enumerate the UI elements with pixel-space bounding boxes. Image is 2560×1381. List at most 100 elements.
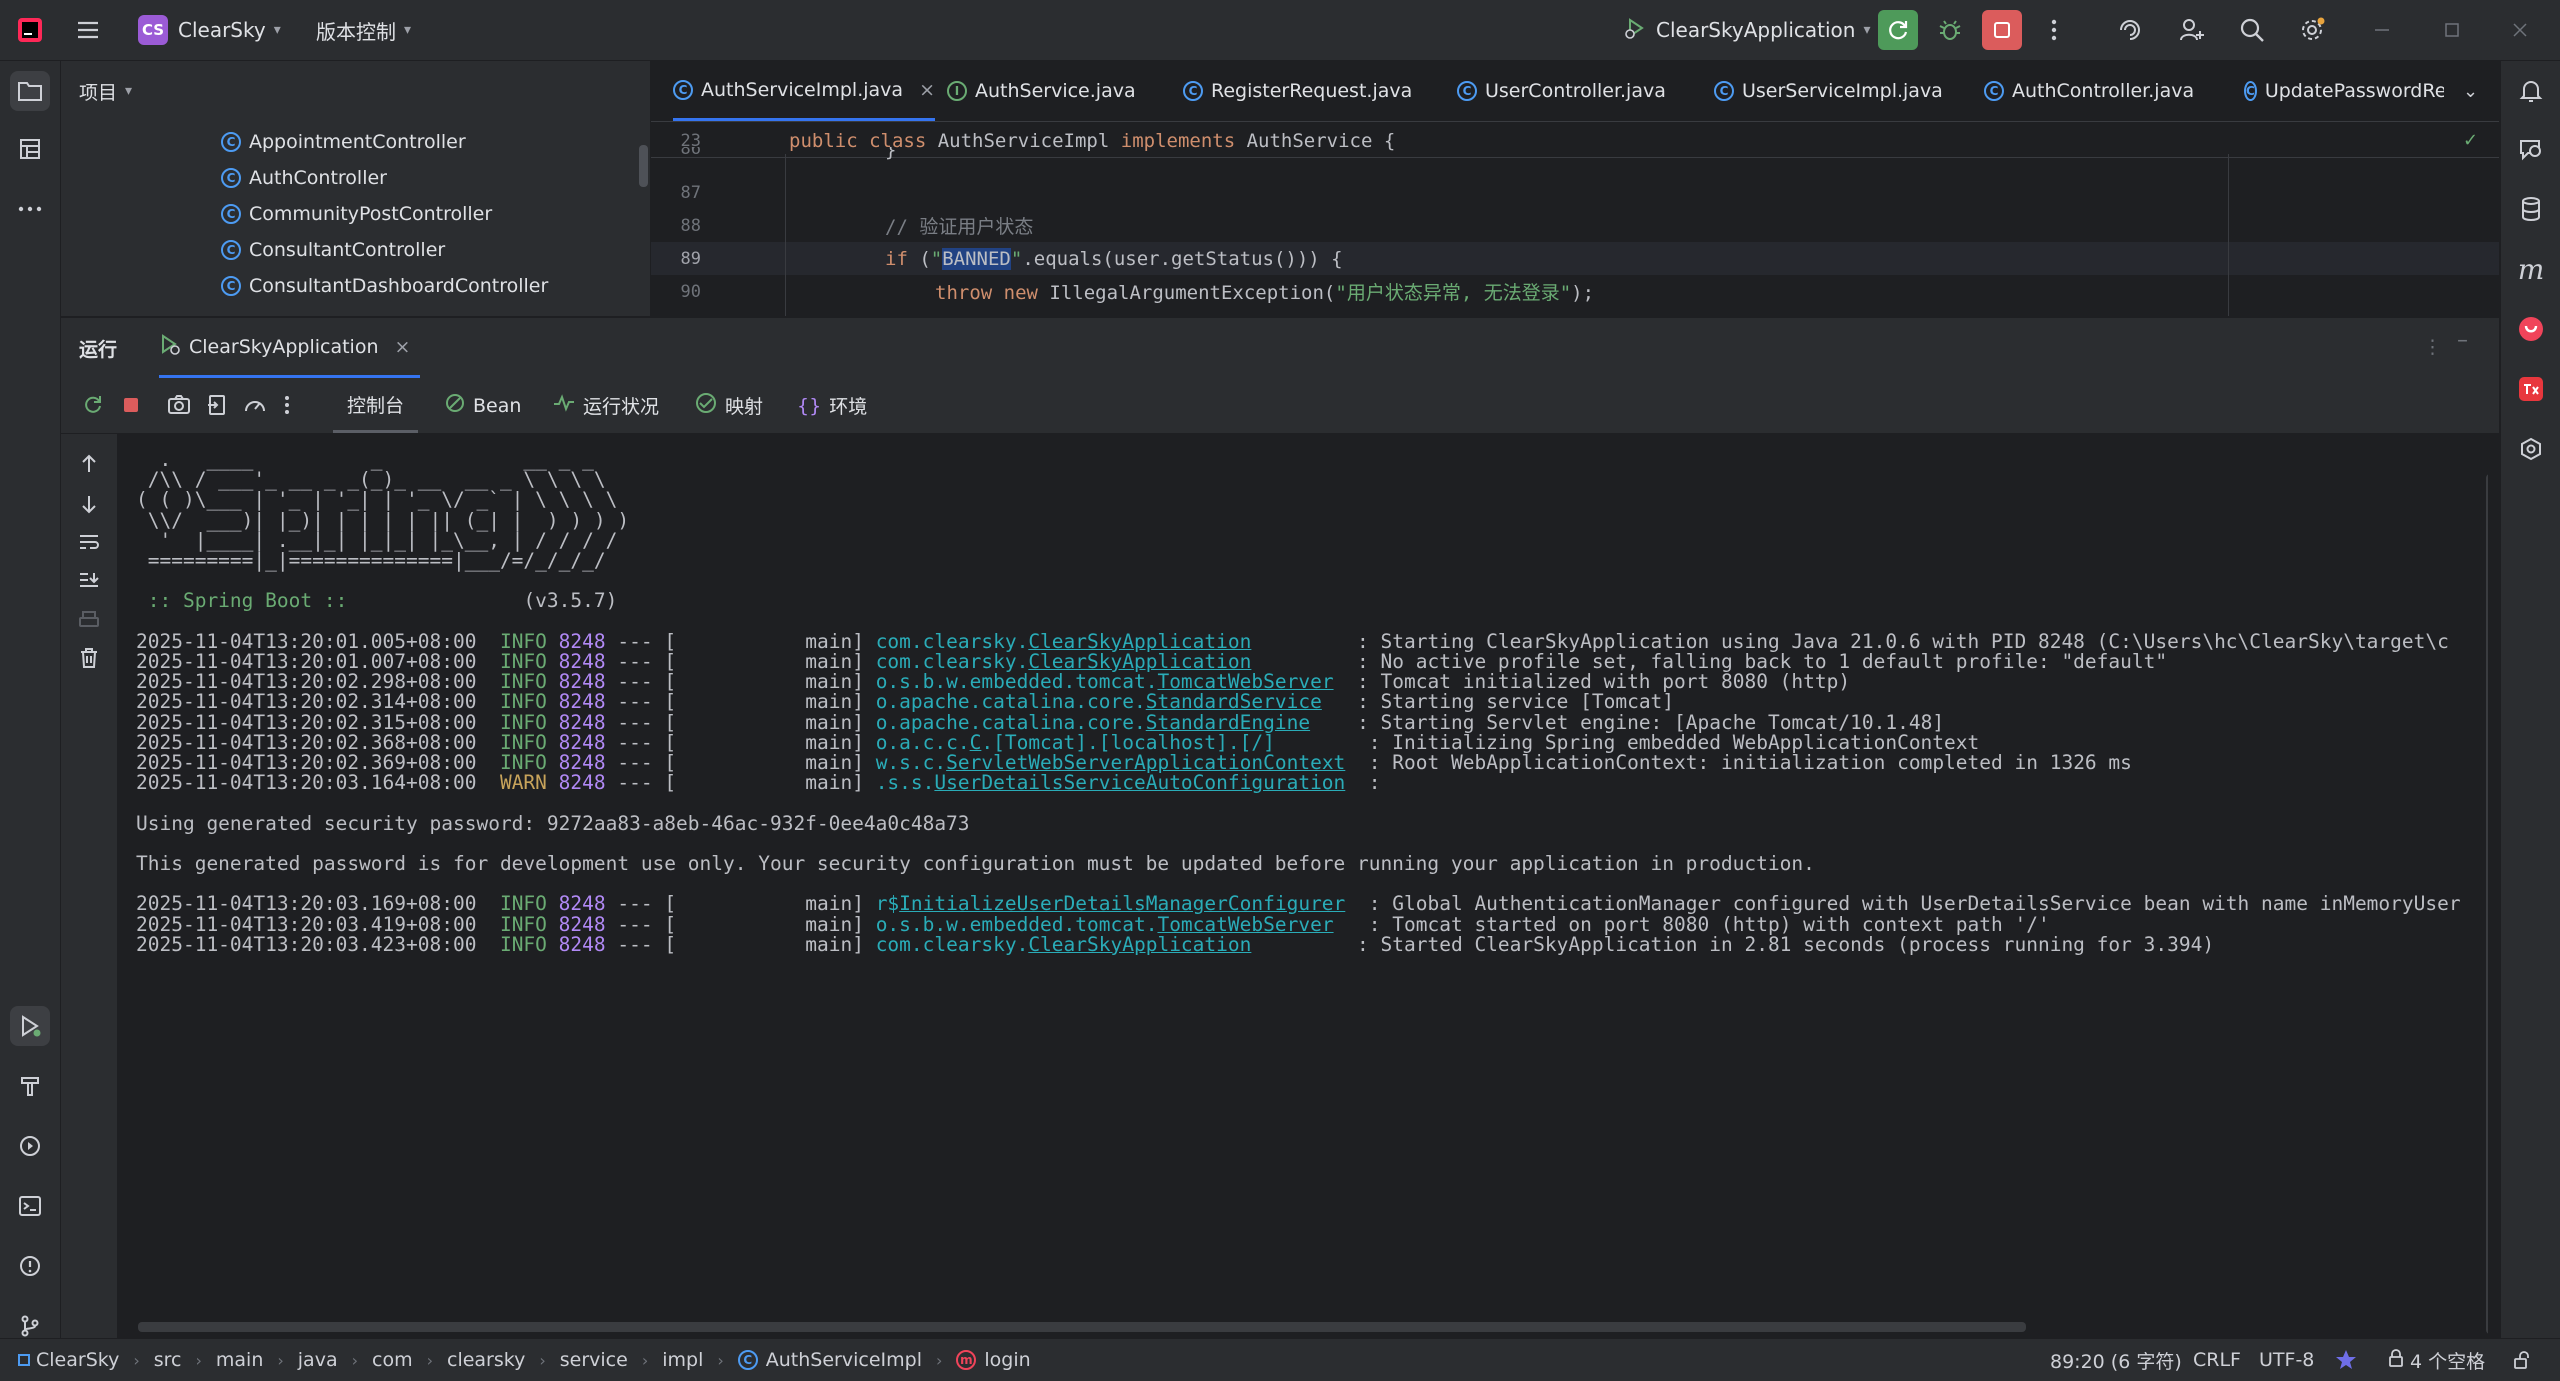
indent-setting[interactable]: 4 个空格 bbox=[2388, 1339, 2485, 1381]
subtab-health[interactable]: 运行状况 bbox=[553, 378, 659, 433]
readonly-toggle-icon[interactable] bbox=[2512, 1339, 2532, 1381]
more-icon[interactable] bbox=[267, 385, 307, 425]
run-tab-clearsky[interactable]: ClearSkyApplication × bbox=[159, 318, 421, 378]
caret-position[interactable]: 89:20 (6 字符) bbox=[2050, 1339, 2182, 1381]
exit-icon[interactable] bbox=[197, 385, 237, 425]
project-panel-title: 项目 bbox=[79, 81, 118, 104]
run-tool-icon[interactable] bbox=[10, 1006, 50, 1046]
tab-authservice[interactable]: I AuthService.java bbox=[947, 61, 1136, 121]
stop-button[interactable] bbox=[1982, 10, 2022, 50]
banner-text: =========|_|==============|___/=/_/_/_/ bbox=[136, 549, 606, 572]
file-encoding[interactable]: UTF-8 bbox=[2259, 1339, 2314, 1381]
console-output[interactable]: . ____ _ __ _ _ /\\ / ___'_ __ _ _(_)_ _… bbox=[118, 434, 2488, 1338]
scroll-up-icon[interactable] bbox=[69, 444, 109, 484]
breadcrumb-item[interactable]: src bbox=[154, 1349, 182, 1371]
code-with-me-icon[interactable] bbox=[2110, 10, 2150, 50]
tab-userserviceimpl[interactable]: C UserServiceImpl.java bbox=[1714, 61, 1943, 121]
scroll-down-icon[interactable] bbox=[69, 484, 109, 524]
tab-registerrequest[interactable]: C RegisterRequest.java bbox=[1183, 61, 1412, 121]
breadcrumb-item[interactable]: clearsky bbox=[447, 1349, 525, 1371]
scroll-to-end-icon[interactable] bbox=[69, 560, 109, 600]
log-thread: main bbox=[805, 771, 853, 795]
close-icon[interactable] bbox=[2500, 10, 2540, 50]
print-icon bbox=[69, 600, 109, 640]
editor-scrollbar[interactable] bbox=[2487, 212, 2497, 264]
problems-icon[interactable] bbox=[10, 1246, 50, 1286]
debug-icon[interactable] bbox=[1930, 10, 1970, 50]
structure-icon[interactable] bbox=[10, 129, 50, 169]
subtab-bean[interactable]: Bean bbox=[445, 378, 521, 433]
plugin-red-icon[interactable] bbox=[2511, 309, 2551, 349]
vcs-label: 版本控制 bbox=[316, 19, 396, 44]
rerun-icon[interactable] bbox=[73, 385, 113, 425]
run-config-selector[interactable]: ClearSkyApplication ▾ bbox=[1624, 0, 1870, 60]
add-user-icon[interactable] bbox=[2172, 10, 2212, 50]
rerun-button[interactable] bbox=[1878, 10, 1918, 50]
log-logger-link[interactable]: com.clearsky.ClearSkyApplication bbox=[876, 933, 1252, 956]
plugin-status-icon[interactable] bbox=[2334, 1339, 2358, 1381]
tree-item-community-post-controller[interactable]: C CommunityPostController bbox=[221, 196, 492, 232]
project-switcher[interactable]: CS ClearSky ▾ bbox=[138, 0, 281, 60]
camera-icon[interactable] bbox=[159, 385, 199, 425]
log-message: : bbox=[1368, 771, 1381, 795]
tree-item-appointment-controller[interactable]: C AppointmentController bbox=[221, 124, 466, 160]
tree-item-consultant-controller[interactable]: C ConsultantController bbox=[221, 232, 445, 268]
breadcrumb-item[interactable]: java bbox=[298, 1349, 338, 1371]
code-text: if ("BANNED".equals(user.getStatus())) { bbox=[885, 247, 1343, 270]
app-logo-icon[interactable] bbox=[10, 10, 50, 50]
tree-item-consultant-dashboard-controller[interactable]: C ConsultantDashboardController bbox=[221, 268, 548, 304]
build-icon[interactable] bbox=[10, 1066, 50, 1106]
console-vertical-scrollbar[interactable] bbox=[2486, 474, 2488, 1334]
log-pid: 8248 bbox=[558, 932, 606, 956]
plugin-translate-icon[interactable] bbox=[2511, 369, 2551, 409]
ai-assistant-icon[interactable] bbox=[2511, 129, 2551, 169]
vcs-menu[interactable]: 版本控制 ▾ bbox=[316, 0, 411, 60]
tab-authserviceimpl[interactable]: C AuthServiceImpl.java × bbox=[673, 61, 935, 121]
tree-item-auth-controller[interactable]: C AuthController bbox=[221, 160, 387, 196]
maximize-icon[interactable] bbox=[2432, 10, 2472, 50]
search-icon[interactable] bbox=[2232, 10, 2272, 50]
console-horizontal-scrollbar[interactable] bbox=[138, 1322, 2026, 1332]
clear-all-icon[interactable] bbox=[69, 638, 109, 678]
project-scrollbar[interactable] bbox=[639, 145, 648, 187]
subtab-mappings[interactable]: 映射 bbox=[695, 378, 763, 433]
settings-icon[interactable] bbox=[2292, 10, 2332, 50]
tab-updatepassword[interactable]: C UpdatePasswordRe bbox=[2244, 61, 2444, 121]
boot-version: (v3.5.7) bbox=[523, 589, 618, 613]
minimize-icon[interactable] bbox=[2362, 10, 2402, 50]
soft-wrap-icon[interactable] bbox=[69, 522, 109, 562]
module-icon bbox=[18, 1354, 30, 1366]
tab-authcontroller[interactable]: C AuthController.java bbox=[1984, 61, 2194, 121]
stop-icon[interactable] bbox=[111, 385, 151, 425]
more-tools-icon[interactable] bbox=[10, 189, 50, 229]
more-icon[interactable]: ⋮ bbox=[2423, 336, 2442, 358]
log-logger-link[interactable]: .s.s.UserDetailsServiceAutoConfiguration bbox=[876, 771, 1346, 794]
plugin-gear-icon[interactable] bbox=[2511, 429, 2551, 469]
project-panel-header[interactable]: 项目 ▾ bbox=[79, 61, 132, 121]
breadcrumb-item[interactable]: com bbox=[372, 1349, 413, 1371]
breadcrumb-item[interactable]: ClearSky bbox=[36, 1349, 119, 1371]
hide-panel-icon[interactable]: – bbox=[2457, 328, 2468, 353]
database-icon[interactable] bbox=[2511, 189, 2551, 229]
more-icon[interactable] bbox=[2034, 10, 2074, 50]
code-line-90: 90 throw new IllegalArgumentException("用… bbox=[651, 275, 2499, 308]
hamburger-menu-icon[interactable] bbox=[68, 10, 108, 50]
breadcrumb-item[interactable]: main bbox=[216, 1349, 263, 1371]
breadcrumb-item[interactable]: AuthServiceImpl bbox=[766, 1349, 922, 1371]
project-view-icon[interactable] bbox=[10, 71, 50, 111]
notifications-icon[interactable] bbox=[2511, 71, 2551, 111]
maven-icon[interactable]: m bbox=[2511, 249, 2551, 289]
code-comment: // 验证用户状态 bbox=[885, 216, 1034, 238]
close-tab-icon[interactable]: × bbox=[394, 336, 410, 358]
subtab-console[interactable]: 控制台 bbox=[333, 378, 419, 433]
breadcrumb-item[interactable]: service bbox=[560, 1349, 628, 1371]
terminal-icon[interactable] bbox=[10, 1186, 50, 1226]
tabs-overflow-chevron-icon[interactable]: ⌄ bbox=[2463, 61, 2478, 121]
breadcrumb-item[interactable]: impl bbox=[662, 1349, 703, 1371]
breadcrumb-item[interactable]: login bbox=[984, 1349, 1030, 1371]
services-icon[interactable] bbox=[10, 1126, 50, 1166]
subtab-environment[interactable]: {} 环境 bbox=[797, 378, 867, 433]
close-tab-icon[interactable]: × bbox=[919, 79, 935, 101]
tab-usercontroller[interactable]: C UserController.java bbox=[1457, 61, 1666, 121]
line-separator[interactable]: CRLF bbox=[2193, 1339, 2241, 1381]
